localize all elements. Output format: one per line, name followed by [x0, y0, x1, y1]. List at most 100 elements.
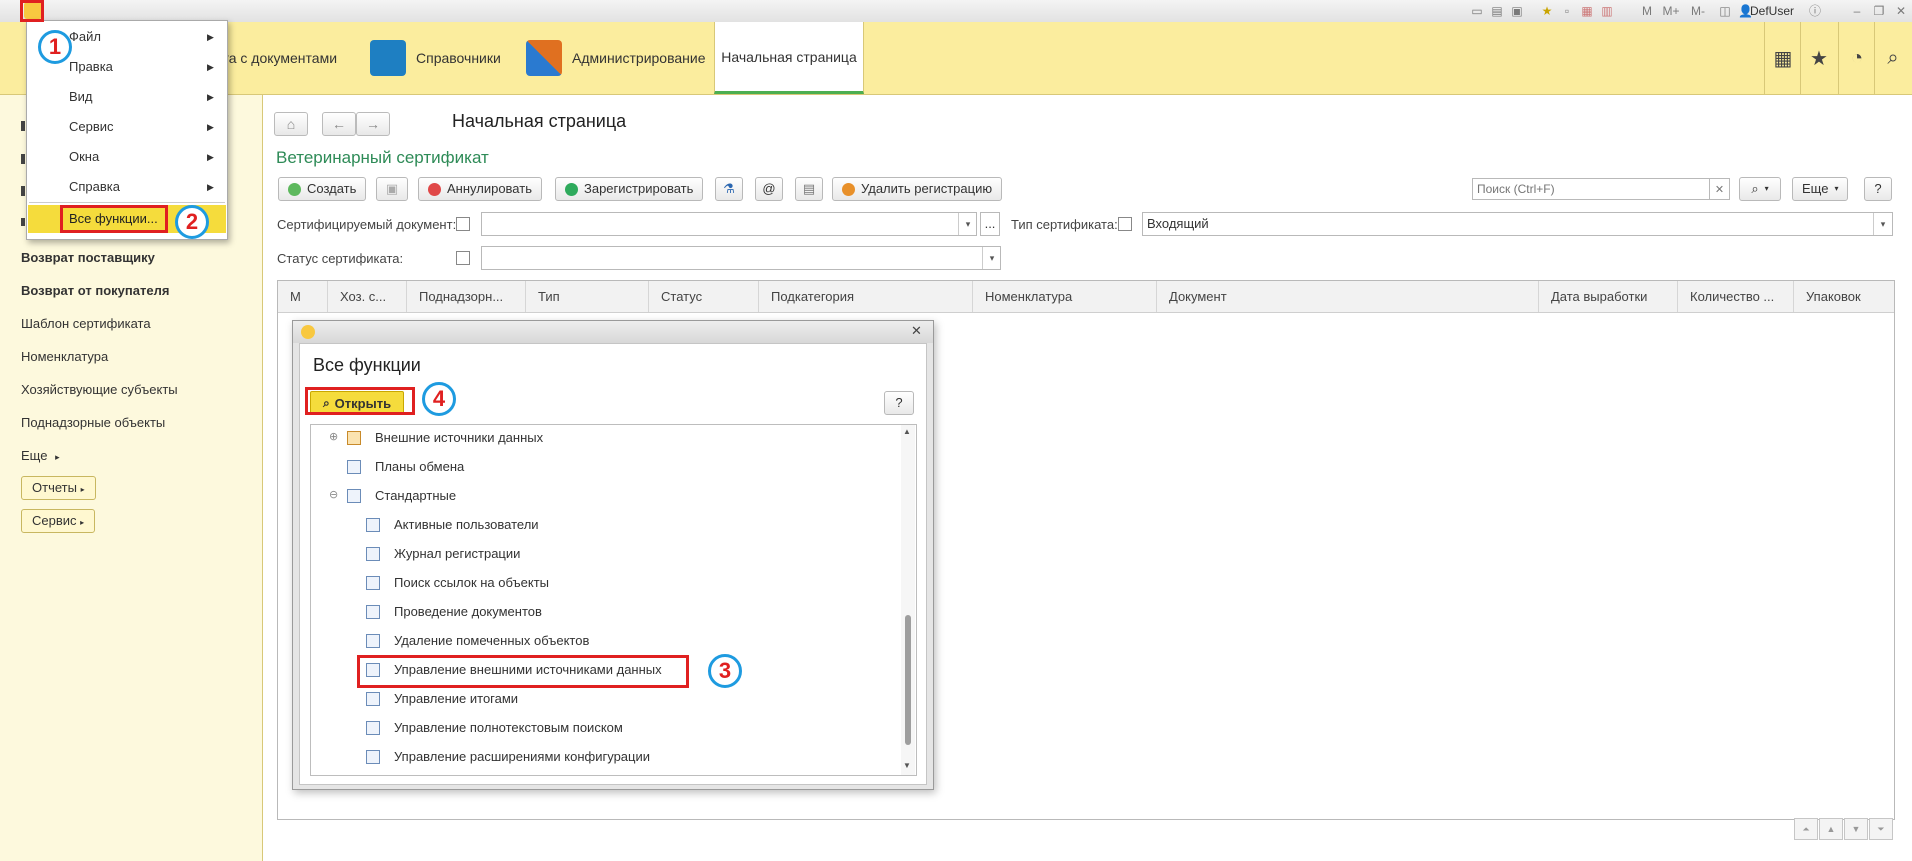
- microscope-icon: ⚗: [723, 181, 735, 196]
- email-button[interactable]: @: [755, 177, 783, 201]
- memory-minus-button[interactable]: M-: [1688, 4, 1708, 18]
- menu-item-edit[interactable]: Правка: [69, 59, 113, 74]
- bookmark-icon[interactable]: ▫: [1560, 4, 1574, 18]
- calendar-icon[interactable]: ▦: [1580, 4, 1594, 18]
- menu-item-file[interactable]: Файл: [69, 29, 101, 44]
- nav-item-return-customer[interactable]: Возврат от покупателя: [21, 283, 169, 298]
- cert-status-field[interactable]: [481, 246, 1001, 270]
- microscope-button[interactable]: ⚗: [715, 177, 743, 201]
- menu-item-windows[interactable]: Окна: [69, 149, 99, 164]
- scroll-top-button[interactable]: ⏶: [1794, 818, 1818, 840]
- save-icon[interactable]: ▭: [1470, 4, 1484, 18]
- cancel-certificate-button[interactable]: Аннулировать: [418, 177, 542, 201]
- cert-type-field[interactable]: Входящий: [1142, 212, 1893, 236]
- tree-scrollbar[interactable]: ▲ ▼: [901, 425, 915, 775]
- delete-registration-button[interactable]: Удалить регистрацию: [832, 177, 1003, 201]
- create-button[interactable]: Создать: [278, 177, 367, 201]
- shield-red-icon: [428, 182, 441, 196]
- cert-doc-field[interactable]: [481, 212, 977, 236]
- section-references[interactable]: Справочники: [370, 22, 501, 94]
- menu-item-view[interactable]: Вид: [69, 89, 93, 104]
- nav-item-business-entities[interactable]: Хозяйствующие субъекты: [21, 382, 178, 397]
- service-button[interactable]: Сервис ▸: [21, 509, 96, 533]
- copy-button[interactable]: ▣: [376, 177, 408, 201]
- column-header[interactable]: Документ: [1157, 281, 1539, 312]
- search-input[interactable]: [1472, 178, 1710, 200]
- column-header[interactable]: М: [278, 281, 328, 312]
- chevron-down-icon[interactable]: ▾: [1873, 213, 1892, 235]
- reports-button[interactable]: Отчеты ▸: [21, 476, 96, 500]
- section-documents-label: ота с документами: [215, 50, 338, 66]
- nav-more[interactable]: Еще ▸: [21, 448, 60, 463]
- cert-type-label: Тип сертификата:: [1011, 217, 1118, 232]
- cert-doc-select-button[interactable]: ...: [980, 212, 1000, 236]
- info-icon[interactable]: ⓘ: [1808, 4, 1822, 18]
- search-clear-icon[interactable]: ✕: [1710, 178, 1730, 200]
- menu-item-service[interactable]: Сервис: [69, 119, 114, 134]
- forward-button[interactable]: →: [356, 112, 390, 136]
- cert-doc-checkbox[interactable]: [456, 217, 470, 231]
- nav-item-supervised-objects[interactable]: Поднадзорные объекты: [21, 415, 165, 430]
- more-actions-button[interactable]: Еще ▾: [1792, 177, 1849, 201]
- column-header[interactable]: Подкатегория: [759, 281, 973, 312]
- nav-item-nomenclature[interactable]: Номенклатура: [21, 349, 108, 364]
- print-button[interactable]: ▤: [795, 177, 823, 201]
- column-header[interactable]: Количество ...: [1678, 281, 1794, 312]
- section-documents[interactable]: ота с документами: [215, 22, 337, 94]
- annotation-box-3: [357, 655, 689, 688]
- search-icon[interactable]: ⌕: [1874, 22, 1911, 94]
- annotation-marker-3: 3: [708, 654, 742, 688]
- collapse-icon[interactable]: ⊖: [329, 488, 338, 501]
- apps-grid-icon[interactable]: ▦: [1764, 22, 1801, 94]
- column-header[interactable]: Упаковок: [1794, 281, 1894, 312]
- dialog-close-icon[interactable]: ✕: [911, 323, 922, 339]
- panels-icon[interactable]: ◫: [1718, 4, 1732, 18]
- back-button[interactable]: ←: [322, 112, 356, 136]
- calculator-icon[interactable]: ▥: [1600, 4, 1614, 18]
- help-button[interactable]: ?: [1864, 177, 1892, 201]
- memory-plus-button[interactable]: M+: [1660, 4, 1682, 18]
- nav-item-certificate-template[interactable]: Шаблон сертификата: [21, 316, 151, 331]
- scroll-up-button[interactable]: ▲: [1819, 818, 1843, 840]
- scroll-bottom-button[interactable]: ⏷: [1869, 818, 1893, 840]
- column-header[interactable]: Статус: [649, 281, 759, 312]
- annotation-box-2: [60, 205, 168, 233]
- column-header[interactable]: Поднадзорн...: [407, 281, 526, 312]
- scroll-down-arrow[interactable]: ▼: [903, 761, 911, 770]
- chevron-down-icon[interactable]: ▾: [982, 247, 1001, 269]
- maximize-icon[interactable]: ❐: [1872, 4, 1886, 18]
- nav-item-return-supplier[interactable]: Возврат поставщику: [21, 250, 155, 265]
- section-administration[interactable]: Администрирование: [526, 22, 706, 94]
- memory-m-button[interactable]: M: [1638, 4, 1656, 18]
- scroll-up-arrow[interactable]: ▲: [903, 427, 911, 436]
- history-clock-icon[interactable]: ◔: [1838, 22, 1875, 94]
- cert-type-checkbox[interactable]: [1118, 217, 1132, 231]
- expand-icon[interactable]: ⊕: [329, 430, 338, 443]
- shield-orange-icon: [842, 182, 855, 196]
- window-titlebar: ▭ ▤ ▣ ★ ▫ ▦ ▥ M M+ M- ◫ 👤 DefUser ⓘ – ❐ …: [0, 0, 1912, 23]
- register-button[interactable]: Зарегистрировать: [555, 177, 704, 201]
- history-icon[interactable]: ▣: [1510, 4, 1524, 18]
- form-icon: [366, 634, 380, 648]
- favorites-icon[interactable]: ★: [1540, 4, 1554, 18]
- administration-icon: [526, 40, 562, 76]
- column-header[interactable]: Номенклатура: [973, 281, 1157, 312]
- section-home[interactable]: Начальная страница: [714, 22, 864, 94]
- current-user[interactable]: DefUser: [1750, 4, 1794, 18]
- home-button[interactable]: ⌂: [274, 112, 308, 136]
- scroll-thumb[interactable]: [905, 615, 911, 745]
- close-icon[interactable]: ✕: [1894, 4, 1908, 18]
- column-header[interactable]: Тип: [526, 281, 649, 312]
- chevron-down-icon[interactable]: ▾: [958, 213, 977, 235]
- column-header[interactable]: Хоз. с...: [328, 281, 407, 312]
- column-header[interactable]: Дата выработки: [1539, 281, 1678, 312]
- menu-item-help[interactable]: Справка: [69, 179, 120, 194]
- dialog-help-button[interactable]: ?: [884, 391, 914, 415]
- minimize-icon[interactable]: –: [1850, 4, 1864, 18]
- scroll-down-button[interactable]: ▼: [1844, 818, 1868, 840]
- print-icon[interactable]: ▤: [1490, 4, 1504, 18]
- form-icon: [366, 576, 380, 590]
- cert-status-checkbox[interactable]: [456, 251, 470, 265]
- search-options-button[interactable]: ⌕ ▾: [1739, 177, 1781, 201]
- favorites-star-icon[interactable]: ★: [1800, 22, 1837, 94]
